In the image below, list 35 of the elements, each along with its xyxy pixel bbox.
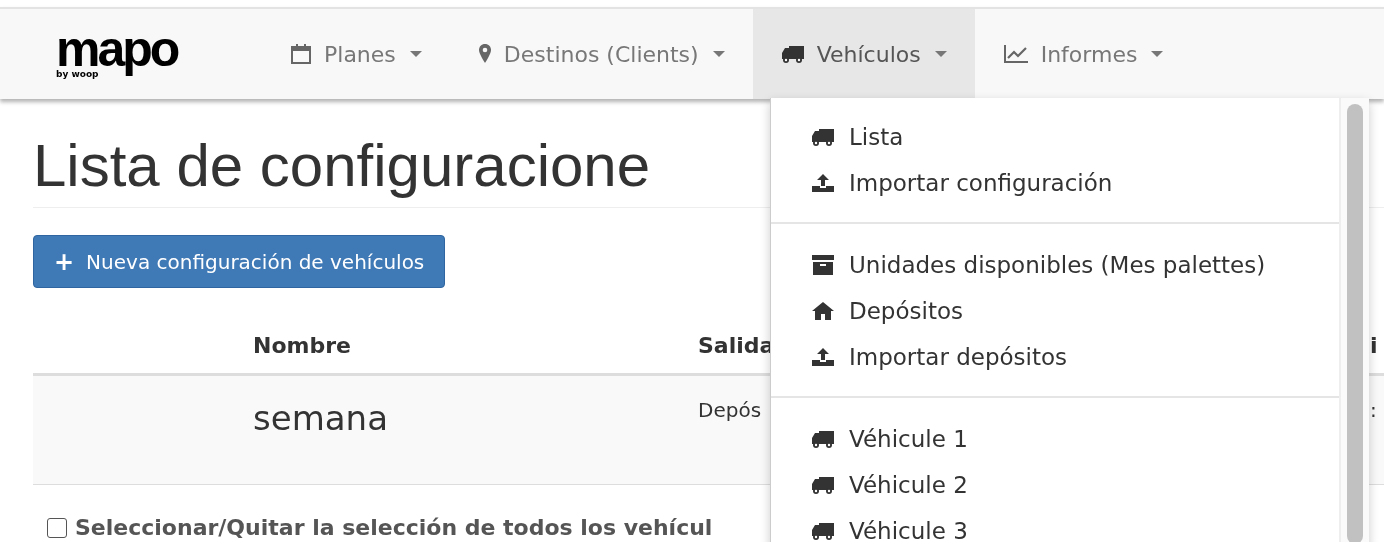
menu-item[interactable]: Depósitos xyxy=(771,288,1339,334)
truck-icon xyxy=(811,429,835,449)
table-cell: : xyxy=(1370,398,1377,422)
line-chart-icon xyxy=(1002,44,1029,64)
scrollbar-thumb[interactable] xyxy=(1347,104,1363,542)
caret-icon xyxy=(712,51,725,57)
table-cell: semana xyxy=(253,398,388,438)
menu-item[interactable]: Véhicule 1 xyxy=(771,416,1339,462)
column-header: i xyxy=(1370,333,1378,358)
plus-icon: + xyxy=(54,247,75,276)
map-pin-icon xyxy=(477,43,492,65)
nav-menu[interactable]: Destinos (Clients) xyxy=(449,9,753,99)
truck-icon xyxy=(811,127,835,147)
menu-item[interactable]: Importar configuración xyxy=(771,160,1339,206)
calendar-icon xyxy=(290,43,312,65)
upload-icon xyxy=(811,347,835,367)
caret-icon xyxy=(1151,51,1164,57)
archive-icon xyxy=(811,254,835,276)
menu-item[interactable]: Véhicule 3 xyxy=(771,508,1339,542)
nav-menu[interactable]: Planes xyxy=(262,9,450,99)
new-configuration-button[interactable]: + Nueva configuración de vehículos xyxy=(33,235,446,288)
checkbox[interactable] xyxy=(47,517,67,538)
upload-icon xyxy=(811,173,835,193)
nav-menu[interactable]: Vehículos xyxy=(752,9,975,99)
caret-icon xyxy=(409,51,422,57)
nav-menu[interactable]: Informes xyxy=(974,9,1192,99)
truck-icon xyxy=(780,44,805,64)
checkbox-label: Seleccionar/Quitar la selección de todos los vehícul xyxy=(75,515,713,540)
column-header: Nombre xyxy=(253,333,351,358)
table-cell: Depós xyxy=(698,398,762,422)
caret-icon xyxy=(934,51,947,57)
house-icon xyxy=(811,301,835,321)
menu-item[interactable]: Unidades disponibles (Mes palettes) xyxy=(771,242,1339,288)
menu-item[interactable]: Véhicule 2 xyxy=(771,462,1339,508)
truck-icon xyxy=(811,475,835,495)
